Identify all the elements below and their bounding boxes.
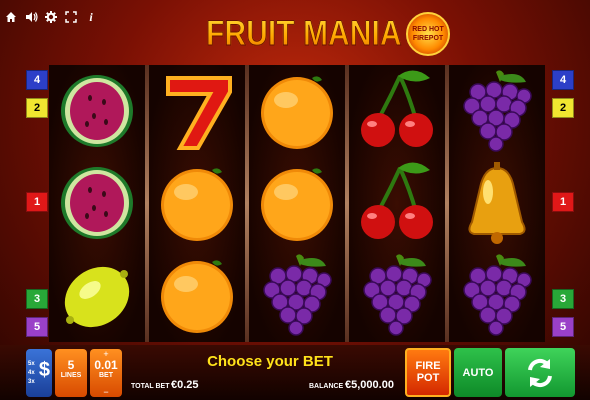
line-marker-3[interactable]: 3 xyxy=(26,289,48,309)
orange-icon xyxy=(161,168,233,241)
firepot-line2: POT xyxy=(416,372,440,384)
line-marker-5[interactable]: 5 xyxy=(552,317,574,337)
seven-icon xyxy=(166,76,232,150)
sound-icon[interactable] xyxy=(24,10,38,24)
info-icon[interactable]: i xyxy=(84,10,98,24)
cherries-icon xyxy=(361,162,433,239)
game-screen: i FRUIT MANIA RED HOT FIREPOT 4 2 1 3 5 4 2 1 3… xyxy=(0,0,590,400)
grapes-symbol xyxy=(349,249,445,341)
fullscreen-icon[interactable] xyxy=(64,10,78,24)
orange-symbol xyxy=(249,65,345,157)
orange-symbol xyxy=(249,157,345,249)
lines-value: 5 xyxy=(67,358,75,372)
grapes-icon xyxy=(263,254,332,336)
dollar-icon: $ xyxy=(38,359,50,381)
bet-label: BET xyxy=(99,372,113,379)
info-glyph: i xyxy=(89,9,93,24)
reel-1 xyxy=(49,65,145,342)
top-toolbar: i xyxy=(4,10,98,24)
line-marker-1[interactable]: 1 xyxy=(26,192,48,212)
orange-symbol xyxy=(149,249,245,341)
reel-5 xyxy=(449,65,545,342)
balance-value: €5,000.00 xyxy=(345,379,394,391)
spin-arrows-icon xyxy=(528,358,552,387)
cherries-icon xyxy=(361,70,433,147)
grapes-symbol xyxy=(249,249,345,341)
lemon-icon xyxy=(64,266,130,328)
coin-value-button[interactable]: 5x 4x 3x $ xyxy=(26,349,52,397)
red-hot-firepot-seal: RED HOT FIREPOT xyxy=(406,12,450,56)
orange-icon xyxy=(261,168,333,241)
bell-symbol xyxy=(449,157,545,249)
firepot-button[interactable]: FIRE POT xyxy=(405,348,451,397)
orange-symbol xyxy=(149,157,245,249)
auto-spin-button[interactable]: AUTO xyxy=(454,348,502,397)
total-bet-value: €0.25 xyxy=(171,379,199,391)
grapes-symbol xyxy=(449,65,545,157)
grapes-icon xyxy=(363,254,432,336)
line-marker-4[interactable]: 4 xyxy=(552,70,574,90)
cherries-symbol xyxy=(349,65,445,157)
line-marker-1[interactable]: 1 xyxy=(552,192,574,212)
grapes-icon xyxy=(463,70,532,152)
line-marker-2[interactable]: 2 xyxy=(26,98,48,118)
reel-area xyxy=(49,65,545,342)
seven-symbol xyxy=(149,65,245,157)
line-marker-4[interactable]: 4 xyxy=(26,70,48,90)
settings-icon[interactable] xyxy=(44,10,58,24)
lines-selector[interactable]: 5 LINES xyxy=(55,349,87,397)
line-marker-2[interactable]: 2 xyxy=(552,98,574,118)
watermelon-symbol xyxy=(49,157,145,249)
reel-3 xyxy=(249,65,345,342)
reel-2 xyxy=(149,65,245,342)
bell-icon xyxy=(468,162,526,244)
game-logo: FRUIT MANIA RED HOT FIREPOT xyxy=(206,10,450,62)
firepot-line1: FIRE xyxy=(415,360,441,372)
reel-4 xyxy=(349,65,445,342)
home-icon[interactable] xyxy=(4,10,18,24)
total-bet-label: TOTAL BET xyxy=(131,383,170,390)
balance-label: BALANCE xyxy=(309,383,344,390)
line-marker-3[interactable]: 3 xyxy=(552,289,574,309)
lemon-symbol xyxy=(49,249,145,341)
coin-mult-2: 4x xyxy=(28,370,35,376)
line-marker-5[interactable]: 5 xyxy=(26,317,48,337)
coin-mult-3: 3x xyxy=(28,379,35,385)
orange-icon xyxy=(261,76,333,149)
logo-title: FRUIT MANIA xyxy=(206,12,402,56)
bet-decrease-button[interactable]: − xyxy=(90,387,122,397)
watermelon-symbol xyxy=(49,65,145,157)
orange-icon xyxy=(161,260,233,333)
auto-label: AUTO xyxy=(462,366,494,379)
seal-line2: FIREPOT xyxy=(412,35,444,42)
bet-selector: + 0.01 BET − xyxy=(90,349,122,397)
spin-button[interactable] xyxy=(505,348,575,397)
grapes-icon xyxy=(463,254,532,336)
bet-value: 0.01 xyxy=(94,358,118,372)
cherries-symbol xyxy=(349,157,445,249)
seal-line1: RED HOT xyxy=(412,26,444,33)
watermelon-icon xyxy=(61,167,133,239)
bet-increase-button[interactable]: + xyxy=(90,349,122,359)
coin-mult-1: 5x xyxy=(28,361,35,367)
status-message: Choose your BET xyxy=(207,353,333,370)
grapes-symbol xyxy=(449,249,545,341)
lines-label: LINES xyxy=(60,372,82,379)
watermelon-icon xyxy=(61,75,133,147)
